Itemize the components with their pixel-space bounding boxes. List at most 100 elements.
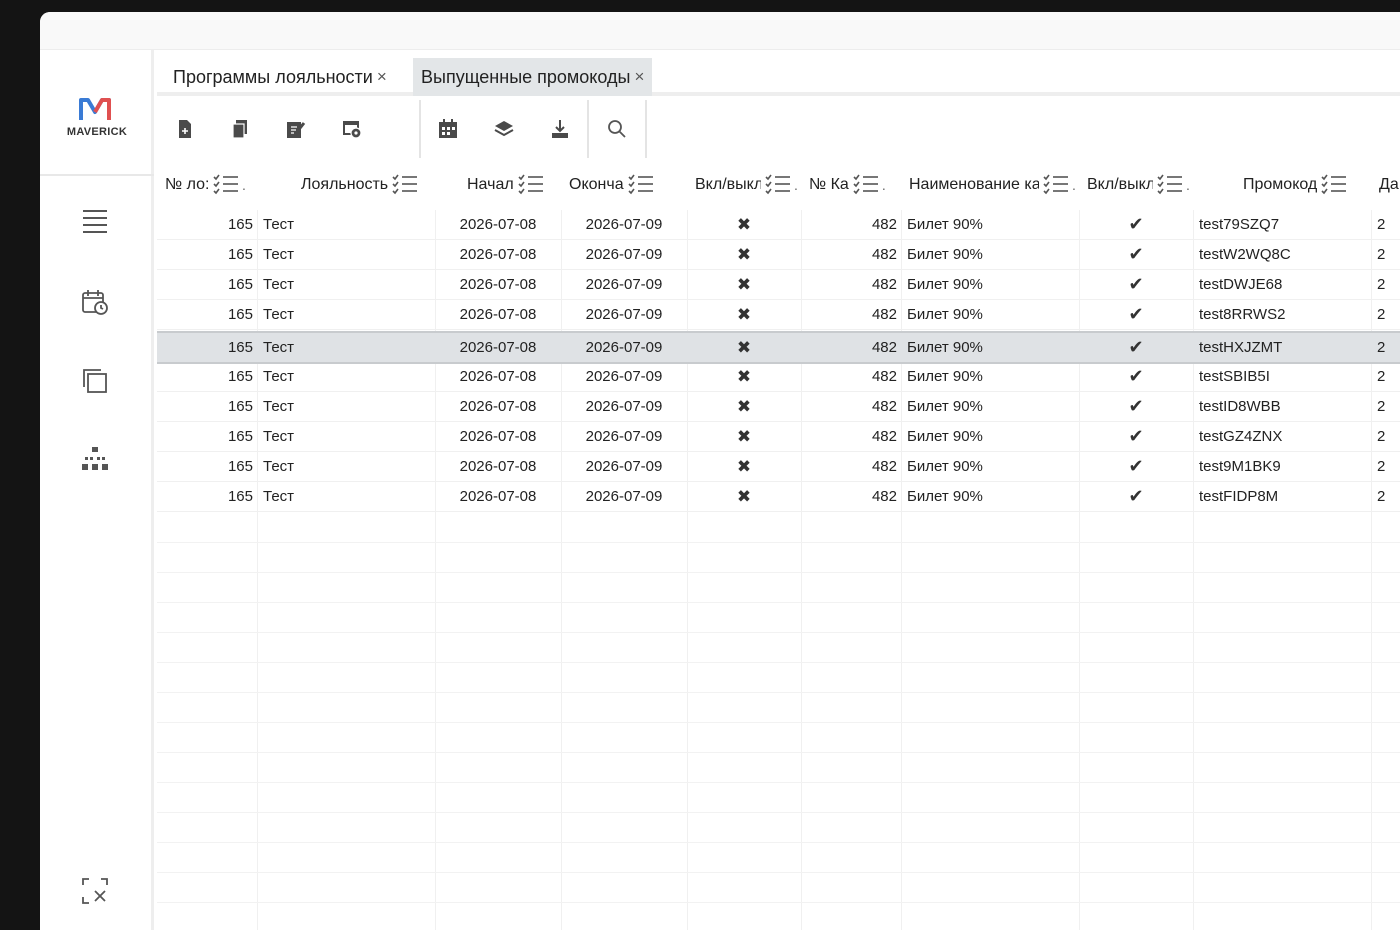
column-label: Оконча [569,176,624,193]
brand-name: MAVERICK [66,126,128,138]
export-icon[interactable] [545,114,575,144]
filter-list-icon[interactable] [765,174,791,196]
header-dot: . [1186,177,1190,193]
col-loyalty-cell: Тест [263,246,295,263]
grid-line [157,872,1400,873]
grid-line [157,722,1400,723]
col-category-name-cell: Билет 90% [907,246,983,263]
col-start-date-cell: 2026-07-08 [459,306,537,323]
filter-list-icon[interactable] [853,174,879,196]
filter-list-icon[interactable] [518,174,544,196]
col-promocode-cell: test8RRWS2 [1199,306,1286,323]
filter-list-icon[interactable] [1043,174,1069,196]
tab-label: Выпущенные промокоды [421,66,631,87]
col-category-enabled-header[interactable]: Вкл/выкл. [1079,160,1193,210]
copy-windows-icon[interactable] [80,366,110,396]
menu-icon[interactable] [80,206,110,236]
col-category-name-header[interactable]: Наименование ка. [901,160,1079,210]
col-promocode-cell: testW2WQ8C [1199,246,1291,263]
col-promocode-header[interactable]: Промокод [1193,160,1371,210]
col-loyalty-number-cell: 165 [227,398,253,415]
enabled-check-icon: ✔ [1128,456,1144,476]
col-start-date-cell: 2026-07-08 [459,428,537,445]
table-row[interactable]: 165 Тест 2026-07-08 2026-07-09 ✖ 482 Билет 90%… [157,482,1400,512]
filter-list-icon[interactable] [1157,174,1183,196]
col-date-cell: 2 [1377,368,1386,385]
col-promocode-cell: testFIDP8M [1199,488,1279,505]
col-category-number-cell: 482 [871,488,897,505]
layers-icon[interactable] [489,114,519,144]
table-row[interactable]: 165 Тест 2026-07-08 2026-07-09 ✖ 482 Билет 90%… [157,392,1400,422]
logo[interactable]: MAVERICK [40,50,154,176]
disabled-cross-icon: ✖ [736,244,752,264]
col-category-name-cell: Билет 90% [907,488,983,505]
fullscreen-exit-icon[interactable] [80,876,110,906]
enabled-check-icon: ✔ [1128,426,1144,446]
filter-list-icon[interactable] [213,174,239,196]
col-start-date-cell: 2026-07-08 [459,216,537,233]
col-loyalty-number-header[interactable]: № ло:. [157,160,257,210]
table-row[interactable]: 165 Тест 2026-07-08 2026-07-09 ✖ 482 Билет 90%… [157,240,1400,270]
close-icon[interactable]: × [634,67,644,87]
tab-bar: Программы лояльности × Выпущенные промок… [157,56,1400,96]
col-end-date-cell: 2026-07-09 [585,246,663,263]
app-window: MAVERICK Программы лояльности × Выпущенн… [40,12,1400,930]
col-end-date-header[interactable]: Оконча [561,160,687,210]
col-end-date-cell: 2026-07-09 [585,488,663,505]
col-loyalty-cell: Тест [263,488,295,505]
table-row[interactable]: 165 Тест 2026-07-08 2026-07-09 ✖ 482 Билет 90%… [157,210,1400,240]
enabled-check-icon: ✔ [1128,337,1144,357]
calendar-grid-icon[interactable] [433,114,463,144]
hierarchy-icon[interactable] [80,445,110,475]
disabled-cross-icon: ✖ [736,396,752,416]
col-end-date-cell: 2026-07-09 [585,428,663,445]
col-enabled-header[interactable]: Вкл/выкл. [687,160,801,210]
col-date-cell: 2 [1377,398,1386,415]
col-start-date-cell: 2026-07-08 [459,458,537,475]
tab-loyalty-programs[interactable]: Программы лояльности × [165,58,395,96]
col-loyalty-cell: Тест [263,368,295,385]
header-dot: . [881,177,886,193]
col-loyalty-header[interactable]: Лояльность [257,160,435,210]
col-start-date-header[interactable]: Начал [435,160,561,210]
filter-list-icon[interactable] [392,174,418,196]
column-label: Да [1379,176,1399,193]
col-category-name-cell: Билет 90% [907,276,983,293]
table-row[interactable]: 165 Тест 2026-07-08 2026-07-09 ✖ 482 Билет 90%… [157,300,1400,330]
disabled-cross-icon: ✖ [736,304,752,324]
calendar-clock-icon[interactable] [80,287,110,317]
col-date-cell: 2 [1377,339,1386,356]
grid-line [157,602,1400,603]
grid-line [157,692,1400,693]
col-category-number-header[interactable]: № Ка. [801,160,901,210]
search-icon[interactable] [602,114,632,144]
enabled-check-icon: ✔ [1128,396,1144,416]
table-row[interactable]: 165 Тест 2026-07-08 2026-07-09 ✖ 482 Билет 90%… [157,331,1400,364]
disabled-cross-icon: ✖ [736,366,752,386]
table-row[interactable]: 165 Тест 2026-07-08 2026-07-09 ✖ 482 Билет 90%… [157,362,1400,392]
col-promocode-cell: testHXJZMT [1199,339,1283,356]
new-doc-icon[interactable] [170,114,200,144]
filter-list-icon[interactable] [1321,174,1347,196]
edit-doc-icon[interactable] [281,114,311,144]
col-date-cell: 2 [1377,428,1386,445]
disabled-cross-icon: ✖ [736,274,752,294]
tab-label: Программы лояльности [173,66,373,87]
col-loyalty-cell: Тест [263,306,295,323]
table-row[interactable]: 165 Тест 2026-07-08 2026-07-09 ✖ 482 Билет 90%… [157,452,1400,482]
enabled-check-icon: ✔ [1128,274,1144,294]
col-date-cell: 2 [1377,216,1386,233]
disabled-cross-icon: ✖ [736,337,752,357]
filter-list-icon[interactable] [628,174,654,196]
header-dot: . [794,177,798,193]
col-category-name-cell: Билет 90% [907,368,983,385]
col-date-header[interactable]: Да [1371,160,1400,210]
table-row[interactable]: 165 Тест 2026-07-08 2026-07-09 ✖ 482 Билет 90%… [157,422,1400,452]
close-icon[interactable]: × [377,67,387,87]
tab-issued-promocodes[interactable]: Выпущенные промокоды × [413,58,653,96]
enabled-check-icon: ✔ [1128,244,1144,264]
copy-doc-icon[interactable] [225,114,255,144]
table-row[interactable]: 165 Тест 2026-07-08 2026-07-09 ✖ 482 Билет 90%… [157,270,1400,300]
settings-doc-icon[interactable] [337,114,367,144]
disabled-cross-icon: ✖ [736,426,752,446]
